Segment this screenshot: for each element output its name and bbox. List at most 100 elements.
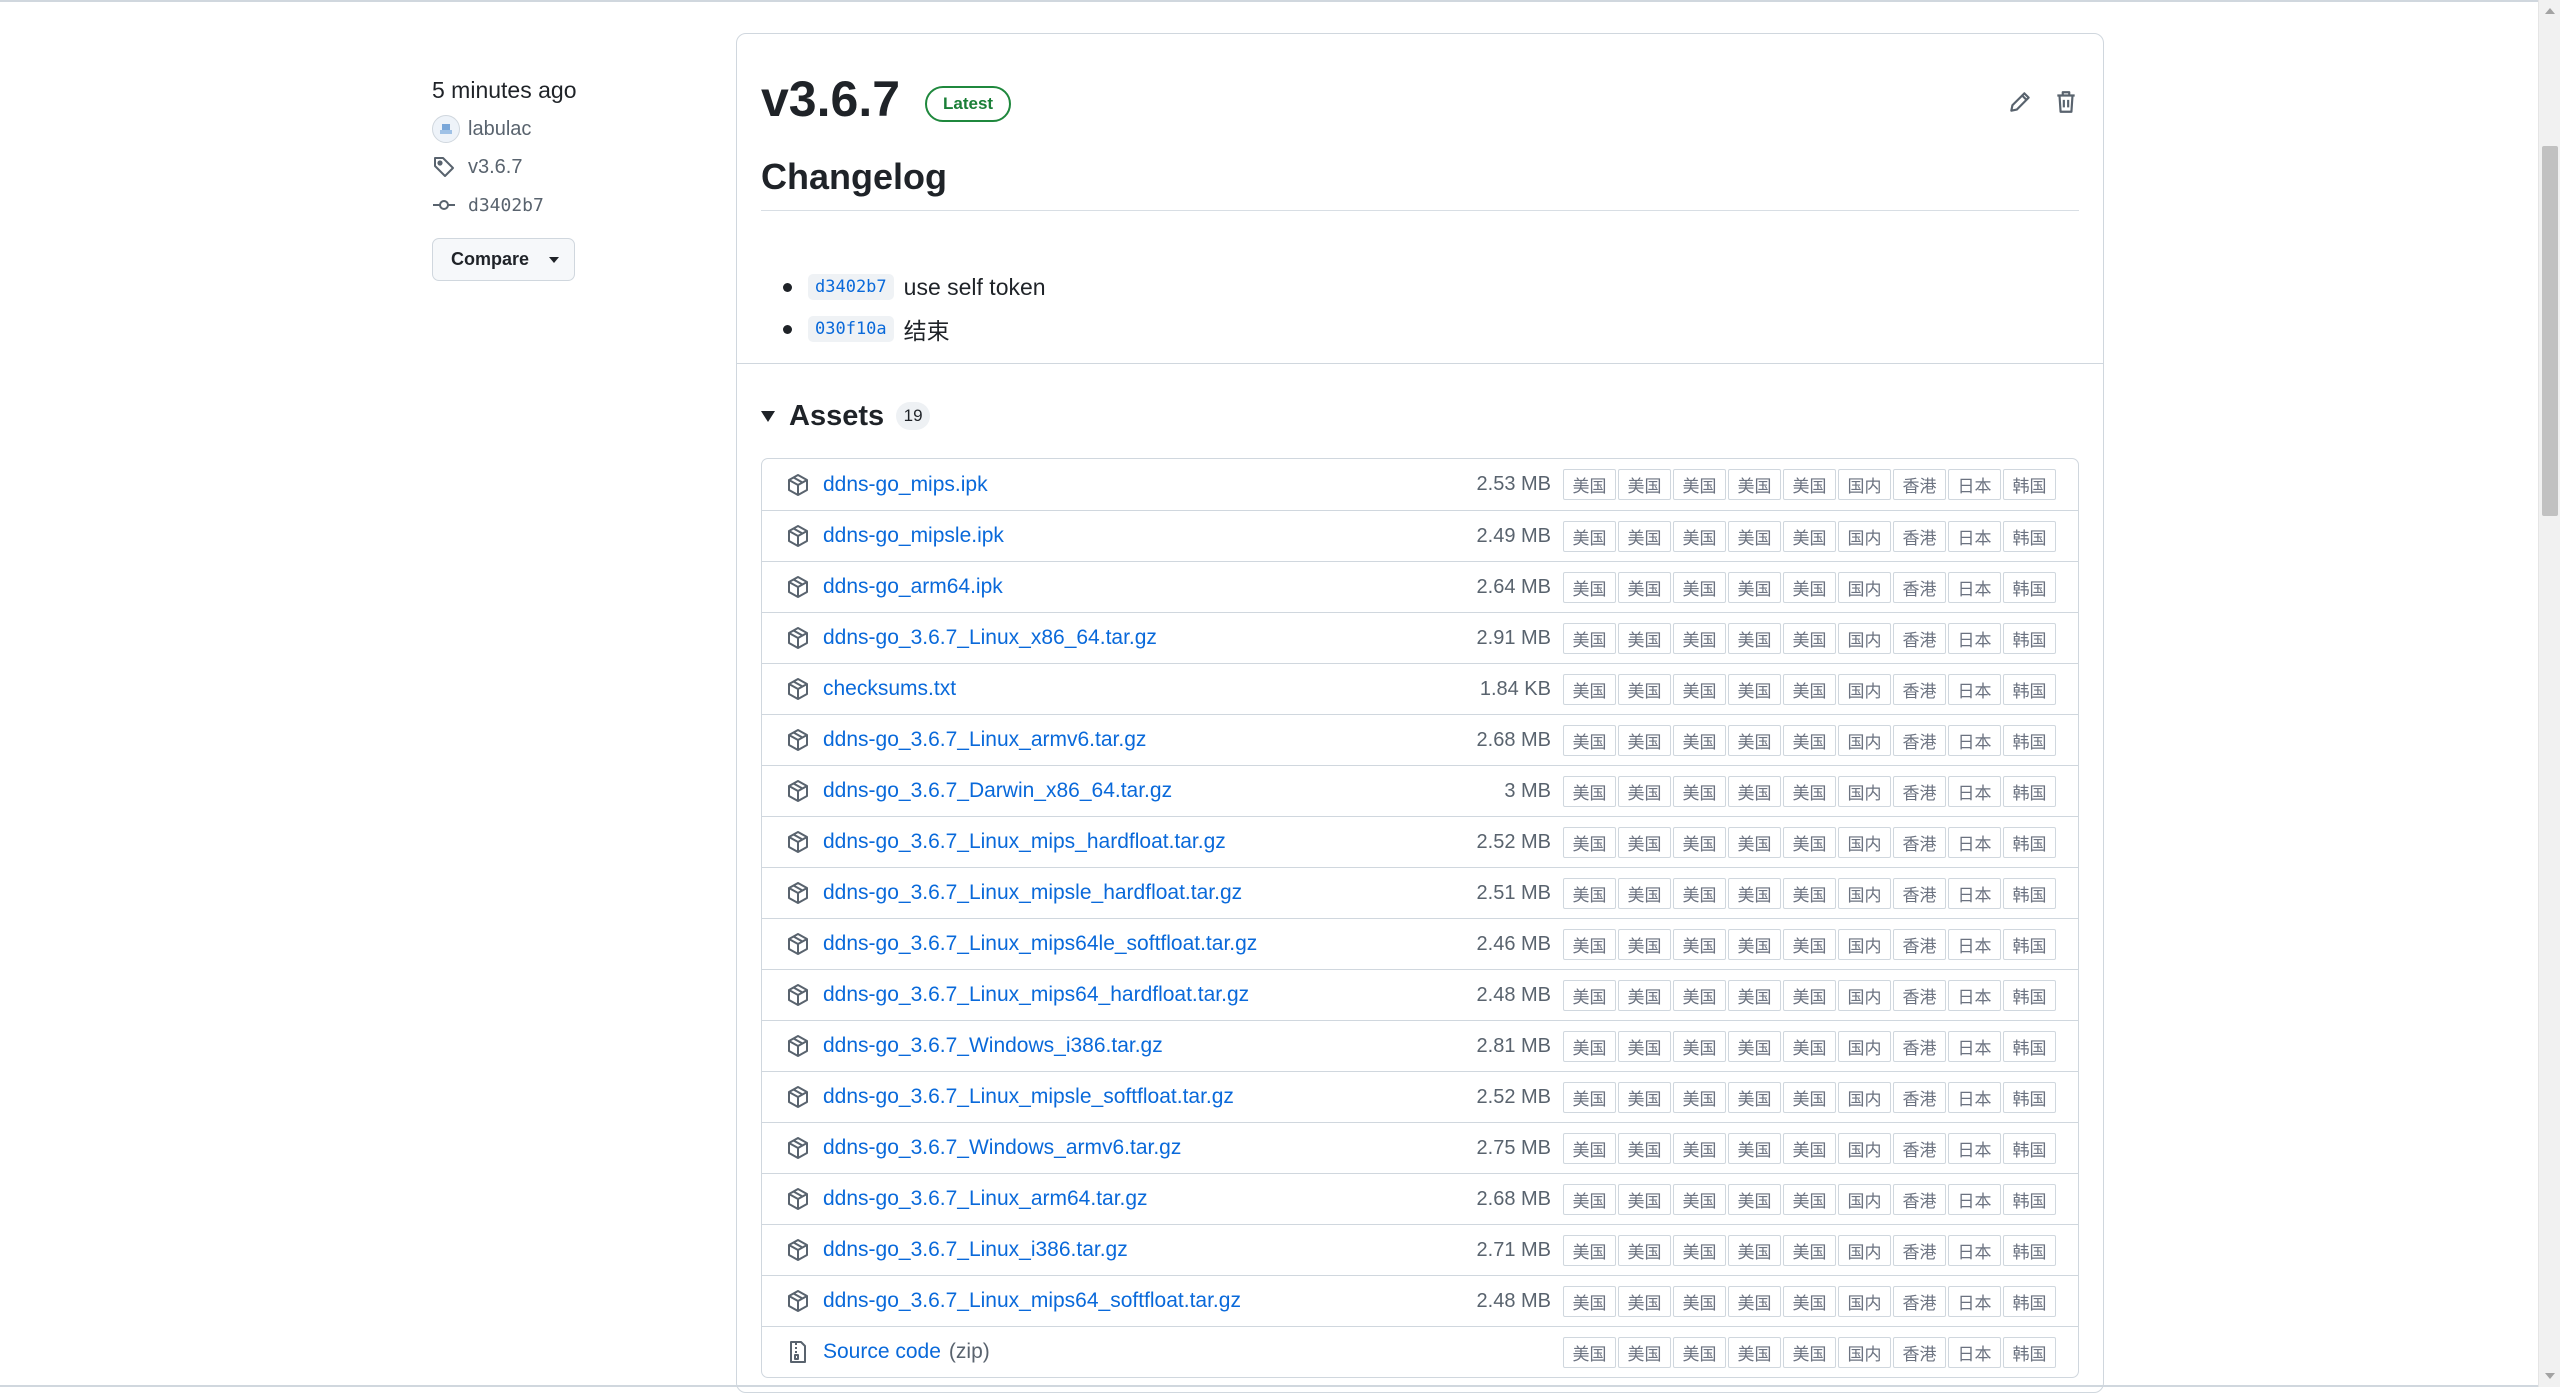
mirror-link[interactable]: 美国 <box>1783 878 1836 909</box>
mirror-link[interactable]: 美国 <box>1728 929 1781 960</box>
source-code-link[interactable]: Source code(zip) <box>823 1340 1431 1364</box>
mirror-link[interactable]: 美国 <box>1618 1184 1671 1215</box>
mirror-link[interactable]: 美国 <box>1563 1337 1616 1368</box>
mirror-link[interactable]: 美国 <box>1563 521 1616 552</box>
mirror-link[interactable]: 美国 <box>1563 1286 1616 1317</box>
mirror-link[interactable]: 美国 <box>1673 827 1726 858</box>
mirror-link[interactable]: 日本 <box>1948 521 2001 552</box>
mirror-link[interactable]: 国内 <box>1838 521 1891 552</box>
mirror-link[interactable]: 美国 <box>1783 521 1836 552</box>
scroll-down-icon[interactable] <box>2545 1373 2555 1379</box>
mirror-link[interactable]: 日本 <box>1948 1184 2001 1215</box>
mirror-link[interactable]: 韩国 <box>2003 725 2056 756</box>
commit-sha[interactable]: d3402b7 <box>468 195 544 216</box>
scrollbar[interactable] <box>2538 0 2560 1387</box>
asset-link[interactable]: ddns-go_arm64.ipk <box>823 575 1431 599</box>
mirror-link[interactable]: 国内 <box>1838 1184 1891 1215</box>
mirror-link[interactable]: 香港 <box>1893 521 1946 552</box>
mirror-link[interactable]: 国内 <box>1838 1082 1891 1113</box>
mirror-link[interactable]: 美国 <box>1618 1133 1671 1164</box>
mirror-link[interactable]: 美国 <box>1563 827 1616 858</box>
mirror-link[interactable]: 日本 <box>1948 1031 2001 1062</box>
mirror-link[interactable]: 美国 <box>1673 623 1726 654</box>
asset-link[interactable]: ddns-go_3.6.7_Linux_x86_64.tar.gz <box>823 626 1431 650</box>
mirror-link[interactable]: 美国 <box>1783 1133 1836 1164</box>
mirror-link[interactable]: 韩国 <box>2003 572 2056 603</box>
mirror-link[interactable]: 韩国 <box>2003 929 2056 960</box>
mirror-link[interactable]: 香港 <box>1893 827 1946 858</box>
mirror-link[interactable]: 美国 <box>1673 725 1726 756</box>
mirror-link[interactable]: 美国 <box>1728 674 1781 705</box>
release-title[interactable]: v3.6.7 <box>761 70 900 128</box>
mirror-link[interactable]: 美国 <box>1783 929 1836 960</box>
mirror-link[interactable]: 美国 <box>1673 1184 1726 1215</box>
mirror-link[interactable]: 国内 <box>1838 1286 1891 1317</box>
mirror-link[interactable]: 日本 <box>1948 980 2001 1011</box>
mirror-link[interactable]: 香港 <box>1893 1133 1946 1164</box>
mirror-link[interactable]: 美国 <box>1563 674 1616 705</box>
mirror-link[interactable]: 韩国 <box>2003 1082 2056 1113</box>
asset-link[interactable]: ddns-go_3.6.7_Linux_i386.tar.gz <box>823 1238 1431 1262</box>
asset-link[interactable]: ddns-go_3.6.7_Linux_mips64_softfloat.tar… <box>823 1289 1431 1313</box>
mirror-link[interactable]: 国内 <box>1838 980 1891 1011</box>
mirror-link[interactable]: 香港 <box>1893 1337 1946 1368</box>
mirror-link[interactable]: 美国 <box>1728 469 1781 500</box>
mirror-link[interactable]: 韩国 <box>2003 521 2056 552</box>
mirror-link[interactable]: 日本 <box>1948 1082 2001 1113</box>
mirror-link[interactable]: 美国 <box>1783 623 1836 654</box>
mirror-link[interactable]: 美国 <box>1618 776 1671 807</box>
mirror-link[interactable]: 美国 <box>1783 725 1836 756</box>
mirror-link[interactable]: 国内 <box>1838 674 1891 705</box>
mirror-link[interactable]: 香港 <box>1893 1184 1946 1215</box>
mirror-link[interactable]: 日本 <box>1948 1133 2001 1164</box>
asset-link[interactable]: ddns-go_3.6.7_Linux_mips64le_softfloat.t… <box>823 932 1431 956</box>
mirror-link[interactable]: 香港 <box>1893 878 1946 909</box>
mirror-link[interactable]: 美国 <box>1563 776 1616 807</box>
mirror-link[interactable]: 美国 <box>1673 469 1726 500</box>
mirror-link[interactable]: 香港 <box>1893 469 1946 500</box>
mirror-link[interactable]: 美国 <box>1783 827 1836 858</box>
mirror-link[interactable]: 韩国 <box>2003 674 2056 705</box>
avatar[interactable] <box>432 115 460 143</box>
mirror-link[interactable]: 美国 <box>1728 878 1781 909</box>
mirror-link[interactable]: 美国 <box>1728 1235 1781 1266</box>
mirror-link[interactable]: 美国 <box>1563 929 1616 960</box>
mirror-link[interactable]: 美国 <box>1783 980 1836 1011</box>
mirror-link[interactable]: 美国 <box>1618 1337 1671 1368</box>
mirror-link[interactable]: 美国 <box>1783 572 1836 603</box>
mirror-link[interactable]: 美国 <box>1618 572 1671 603</box>
assets-toggle[interactable]: Assets 19 <box>761 396 930 436</box>
mirror-link[interactable]: 美国 <box>1728 1337 1781 1368</box>
asset-link[interactable]: ddns-go_mips.ipk <box>823 473 1431 497</box>
mirror-link[interactable]: 美国 <box>1563 1031 1616 1062</box>
mirror-link[interactable]: 韩国 <box>2003 1031 2056 1062</box>
mirror-link[interactable]: 韩国 <box>2003 776 2056 807</box>
mirror-link[interactable]: 美国 <box>1728 623 1781 654</box>
asset-link[interactable]: ddns-go_3.6.7_Linux_mipsle_hardfloat.tar… <box>823 881 1431 905</box>
mirror-link[interactable]: 日本 <box>1948 725 2001 756</box>
mirror-link[interactable]: 美国 <box>1673 776 1726 807</box>
mirror-link[interactable]: 美国 <box>1563 878 1616 909</box>
scroll-up-icon[interactable] <box>2545 8 2555 14</box>
mirror-link[interactable]: 美国 <box>1783 1031 1836 1062</box>
mirror-link[interactable]: 韩国 <box>2003 469 2056 500</box>
asset-link[interactable]: ddns-go_3.6.7_Windows_i386.tar.gz <box>823 1034 1431 1058</box>
tag-row[interactable]: v3.6.7 <box>432 150 692 184</box>
mirror-link[interactable]: 美国 <box>1618 929 1671 960</box>
mirror-link[interactable]: 美国 <box>1783 674 1836 705</box>
mirror-link[interactable]: 美国 <box>1673 1031 1726 1062</box>
pencil-icon[interactable] <box>2007 88 2033 116</box>
mirror-link[interactable]: 美国 <box>1783 1337 1836 1368</box>
mirror-link[interactable]: 美国 <box>1618 980 1671 1011</box>
mirror-link[interactable]: 韩国 <box>2003 1184 2056 1215</box>
mirror-link[interactable]: 美国 <box>1673 521 1726 552</box>
mirror-link[interactable]: 美国 <box>1618 1082 1671 1113</box>
mirror-link[interactable]: 国内 <box>1838 1337 1891 1368</box>
mirror-link[interactable]: 美国 <box>1783 776 1836 807</box>
asset-link[interactable]: ddns-go_3.6.7_Linux_armv6.tar.gz <box>823 728 1431 752</box>
mirror-link[interactable]: 美国 <box>1783 1235 1836 1266</box>
tag-name[interactable]: v3.6.7 <box>468 156 522 179</box>
mirror-link[interactable]: 美国 <box>1563 1082 1616 1113</box>
mirror-link[interactable]: 香港 <box>1893 623 1946 654</box>
mirror-link[interactable]: 日本 <box>1948 674 2001 705</box>
